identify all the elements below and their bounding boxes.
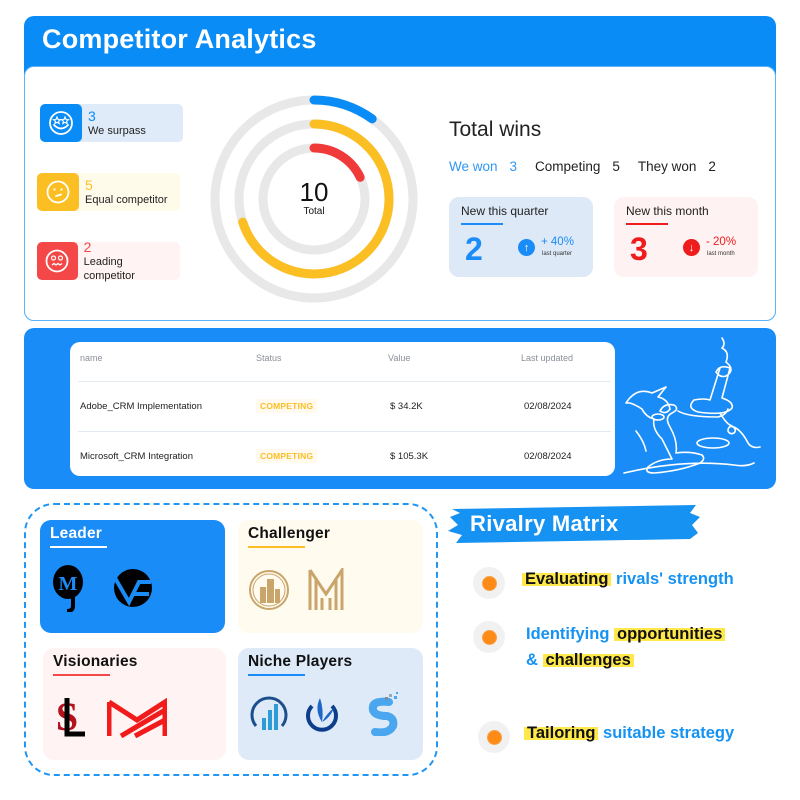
stat-change: + 40% xyxy=(541,236,574,248)
competing-label: Competing xyxy=(535,159,601,174)
quadrant-underline xyxy=(248,546,305,548)
arrow-up-icon: ↑ xyxy=(518,239,535,256)
quadrant-underline xyxy=(50,546,107,548)
bullet-icon xyxy=(478,721,510,753)
row-value: $ 105.3K xyxy=(390,451,429,462)
quadrant-challenger: Challenger xyxy=(238,520,423,633)
legend-value: 2 xyxy=(83,238,92,255)
item-text: suitable strategy xyxy=(598,724,735,742)
legend-label: Leading competitor xyxy=(83,255,135,282)
row-updated: 02/08/2024 xyxy=(524,401,572,412)
legend-label: Equal competitor xyxy=(85,193,168,206)
stat-change: - 20% xyxy=(706,236,737,248)
bullet-icon xyxy=(473,567,505,599)
legend-label: We surpass xyxy=(88,124,146,137)
highlight-text: Evaluating xyxy=(522,570,612,588)
total-value: 10 xyxy=(299,177,329,207)
m-chevron-logo xyxy=(107,698,167,738)
stat-value: 3 xyxy=(630,231,648,267)
row-updated: 02/08/2024 xyxy=(524,451,572,462)
svg-text:M: M xyxy=(59,573,78,595)
highlight-text: Tailoring xyxy=(524,724,599,742)
competing-value: 5 xyxy=(612,159,620,174)
page-title: Competitor Analytics xyxy=(42,24,317,54)
total-wins-title: Total wins xyxy=(449,118,542,141)
item-text: & xyxy=(526,651,543,669)
bullet-icon xyxy=(473,621,505,653)
column-header-name[interactable]: name xyxy=(80,353,103,363)
stat-period: last quarter xyxy=(542,251,573,257)
new-this-month-card: New this month 3 ↓ - 20% last month xyxy=(614,197,758,277)
row-value: $ 34.2K xyxy=(390,401,423,412)
quadrant-underline xyxy=(53,674,110,676)
quadrant-visionaries: Visionaries S xyxy=(43,648,226,760)
status-badge: COMPETING xyxy=(256,399,318,413)
they-won-value: 2 xyxy=(708,159,716,174)
we-won-value: 3 xyxy=(509,159,518,174)
legend-value: 5 xyxy=(85,176,93,193)
legend-value: 3 xyxy=(88,107,96,124)
vs-logo xyxy=(113,569,152,607)
quadrant-title: Leader xyxy=(50,525,103,542)
m-monogram-logo xyxy=(308,568,344,610)
ring-arc-leading-competitor xyxy=(309,143,365,182)
ring-arc-we-surpass xyxy=(309,95,377,124)
stat-title: New this quarter xyxy=(461,204,549,218)
row-name: Microsoft_CRM Integration xyxy=(80,451,193,462)
chart-center: 10 Total xyxy=(264,178,364,217)
chart-circle-logo xyxy=(250,696,288,730)
stat-underline xyxy=(461,223,503,225)
status-badge: COMPETING xyxy=(256,449,318,463)
quadrant-title: Niche Players xyxy=(248,653,353,670)
they-won-label: They won xyxy=(637,159,697,174)
we-won-label: We won xyxy=(449,159,498,174)
row-name: Adobe_CRM Implementation xyxy=(80,401,202,412)
wins-summary: We won 3 Competing 5 They won 2 xyxy=(449,159,728,174)
s-pixel-logo xyxy=(368,692,398,736)
sl-logo: S xyxy=(56,694,85,738)
legend-we-surpass: 3 We surpass xyxy=(40,104,183,142)
total-label: Total xyxy=(303,206,325,217)
column-header-status[interactable]: Status xyxy=(256,353,282,363)
quadrant-niche-players: Niche Players xyxy=(238,648,423,760)
mj-logo: M xyxy=(53,565,83,612)
stat-value: 2 xyxy=(465,231,483,267)
quadrant-underline xyxy=(248,674,305,676)
highlight-text: opportunities xyxy=(614,625,726,643)
highlight-text: challenges xyxy=(542,651,634,669)
rivalry-item-line2: & challenges xyxy=(526,651,634,670)
rivalry-item: Evaluating rivals' strength xyxy=(522,570,734,589)
rivalry-matrix-title: Rivalry Matrix xyxy=(470,511,619,536)
column-header-last-updated[interactable]: Last updated xyxy=(521,353,573,363)
row-divider xyxy=(78,431,611,432)
building-circle-logo xyxy=(249,570,289,610)
stat-period: last month xyxy=(707,251,735,257)
neutral-face-icon xyxy=(37,173,79,211)
legend-equal-competitor: 5 Equal competitor xyxy=(37,173,180,211)
item-text: Identifying xyxy=(526,625,614,643)
quadrant-title: Visionaries xyxy=(53,653,138,670)
header-divider xyxy=(78,381,611,382)
stat-underline xyxy=(626,223,668,225)
flame-lotus-logo xyxy=(306,698,338,732)
legend-leading-competitor: 2 Leading competitor xyxy=(37,238,180,282)
worried-face-icon xyxy=(37,242,78,280)
rivalry-item: Identifying opportunities xyxy=(526,625,726,644)
chess-pieces-illustration xyxy=(623,337,761,474)
arrow-down-icon: ↓ xyxy=(683,239,700,256)
item-text: rivals' strength xyxy=(611,570,734,588)
quadrant-leader: Leader M xyxy=(40,520,225,633)
stat-title: New this month xyxy=(626,204,709,218)
new-this-quarter-card: New this quarter 2 ↑ + 40% last quarter xyxy=(449,197,593,277)
column-header-value[interactable]: Value xyxy=(388,353,410,363)
star-eyes-face-icon xyxy=(40,104,82,142)
rivalry-item: Tailoring suitable strategy xyxy=(524,724,734,743)
quadrant-title: Challenger xyxy=(248,525,331,542)
